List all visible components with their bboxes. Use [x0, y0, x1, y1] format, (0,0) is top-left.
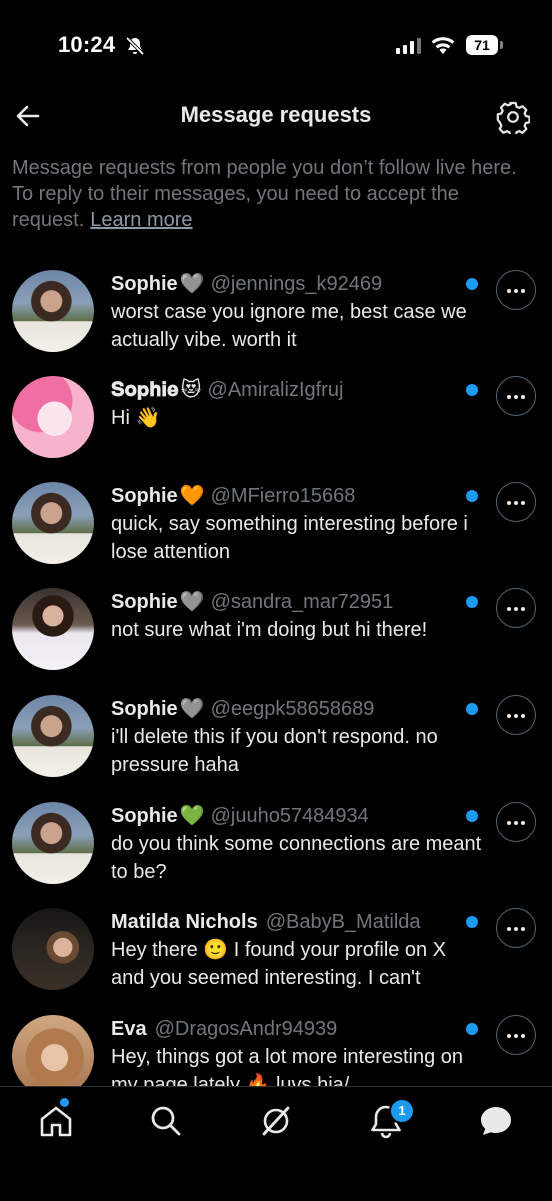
sender-name: Sophie: [111, 591, 178, 613]
header: Message requests: [0, 90, 552, 144]
avatar[interactable]: [12, 908, 94, 990]
notification-count-badge: 1: [389, 1098, 415, 1124]
name-emoji: 🧡: [179, 485, 205, 507]
unread-indicator: [466, 490, 478, 502]
unread-indicator: [466, 916, 478, 928]
sender-handle: @DragosAndr94939: [154, 1018, 338, 1040]
sender-name: Sophie: [111, 805, 178, 827]
avatar[interactable]: [12, 1015, 94, 1086]
message-request-row[interactable]: 𝐒𝐨𝐩𝐡𝐢𝐞 😻 @AmiralizIgfruj Hi 👋: [0, 370, 552, 476]
message-request-row[interactable]: Sophie 💚 @juuho57484934 do you think some …: [0, 796, 552, 902]
unread-indicator: [466, 278, 478, 290]
sender-line: Eva @DragosAndr94939: [111, 1015, 461, 1043]
cellular-signal-icon: [396, 38, 421, 54]
message-request-row[interactable]: Sophie 🧡 @MFierro15668 quick, say somethin…: [0, 476, 552, 582]
battery-level: 71: [474, 37, 490, 53]
messages-icon[interactable]: [476, 1101, 516, 1141]
name-emoji: 🩶: [179, 273, 205, 295]
message-preview: Hi 👋: [111, 407, 161, 429]
more-dots-icon[interactable]: [496, 376, 536, 416]
unread-indicator: [466, 1023, 478, 1035]
name-emoji: 🩶: [179, 591, 205, 613]
grok-icon[interactable]: [256, 1101, 296, 1141]
sender-handle: @MFierro15668: [210, 485, 356, 507]
sender-handle: @juuho57484934: [210, 805, 369, 827]
message-request-row[interactable]: Matilda Nichols @BabyB_Matilda Hey there …: [0, 902, 552, 1008]
bottom-tab-bar: [0, 1086, 552, 1201]
bell-off-icon: [125, 36, 145, 56]
name-emoji: 💚: [179, 805, 205, 827]
battery-indicator: 71: [466, 35, 504, 55]
more-dots-icon[interactable]: [496, 588, 536, 628]
message-request-row[interactable]: Eva @DragosAndr94939 Hey, things got a lo…: [0, 1009, 552, 1086]
more-dots-icon[interactable]: [496, 270, 536, 310]
avatar[interactable]: [12, 695, 94, 777]
more-dots-icon[interactable]: [496, 1015, 536, 1055]
sender-line: Sophie 🩶 @jennings_k92469: [111, 270, 461, 298]
home-icon[interactable]: [36, 1101, 76, 1141]
sender-handle: @sandra_mar72951: [210, 591, 394, 613]
message-preview: do you think some connections are meant …: [111, 833, 482, 883]
sender-line: Sophie 🧡 @MFierro15668: [111, 482, 461, 510]
status-time: 10:24: [58, 32, 116, 57]
unread-indicator: [466, 384, 478, 396]
page-title: Message requests: [180, 102, 372, 127]
sender-name: 𝐒𝐨𝐩𝐡𝐢𝐞: [111, 379, 179, 401]
gear-icon[interactable]: [496, 100, 530, 134]
info-text: Message requests from people you don’t f…: [12, 155, 540, 233]
unread-indicator: [466, 810, 478, 822]
info-description: Message requests from people you don’t f…: [12, 157, 517, 231]
avatar[interactable]: [12, 802, 94, 884]
avatar[interactable]: [12, 588, 94, 670]
sender-line: Sophie 🩶 @eegpk58658689: [111, 695, 461, 723]
sender-handle: @AmiralizIgfruj: [207, 379, 344, 401]
sender-name: Eva: [111, 1018, 147, 1040]
status-bar: 10:24 71: [0, 0, 552, 90]
message-request-list: Sophie 🩶 @jennings_k92469 worst case you i…: [0, 264, 552, 1086]
sender-handle: @jennings_k92469: [210, 273, 383, 295]
home-unread-dot: [60, 1098, 69, 1107]
avatar[interactable]: [12, 482, 94, 564]
sender-handle: @eegpk58658689: [210, 698, 375, 720]
name-emoji: 😻: [180, 379, 202, 401]
sender-name: Sophie: [111, 273, 178, 295]
avatar[interactable]: [12, 376, 94, 458]
message-preview: Hey there 🙂 I found your profile on X an…: [111, 939, 447, 989]
message-preview: quick, say something interesting before …: [111, 513, 468, 563]
sender-line: Sophie 🩶 @sandra_mar72951: [111, 588, 461, 616]
more-dots-icon[interactable]: [496, 482, 536, 522]
unread-indicator: [466, 703, 478, 715]
sender-line: 𝐒𝐨𝐩𝐡𝐢𝐞 😻 @AmiralizIgfruj: [111, 376, 461, 404]
learn-more-link[interactable]: Learn more: [90, 209, 192, 231]
message-preview: i'll delete this if you don't respond. n…: [111, 726, 438, 776]
message-request-row[interactable]: Sophie 🩶 @eegpk58658689 i'll delete this i…: [0, 689, 552, 795]
more-dots-icon[interactable]: [496, 908, 536, 948]
name-emoji: 🩶: [179, 698, 205, 720]
message-request-row[interactable]: Sophie 🩶 @sandra_mar72951 not sure what i'…: [0, 582, 552, 688]
sender-handle: @BabyB_Matilda: [265, 911, 421, 933]
sender-name: Sophie: [111, 698, 178, 720]
message-request-row[interactable]: Sophie 🩶 @jennings_k92469 worst case you i…: [0, 264, 552, 370]
wifi-icon: [431, 37, 455, 54]
more-dots-icon[interactable]: [496, 802, 536, 842]
message-preview: Hey, things got a lot more interesting o…: [111, 1046, 464, 1086]
more-dots-icon[interactable]: [496, 695, 536, 735]
avatar[interactable]: [12, 270, 94, 352]
sender-name: Matilda Nichols: [111, 911, 258, 933]
message-preview: not sure what i'm doing but hi there!: [111, 619, 428, 641]
sender-line: Sophie 💚 @juuho57484934: [111, 802, 461, 830]
search-icon[interactable]: [146, 1101, 186, 1141]
message-preview: worst case you ignore me, best case we a…: [111, 301, 467, 351]
unread-indicator: [466, 596, 478, 608]
sender-line: Matilda Nichols @BabyB_Matilda: [111, 908, 461, 936]
sender-name: Sophie: [111, 485, 178, 507]
